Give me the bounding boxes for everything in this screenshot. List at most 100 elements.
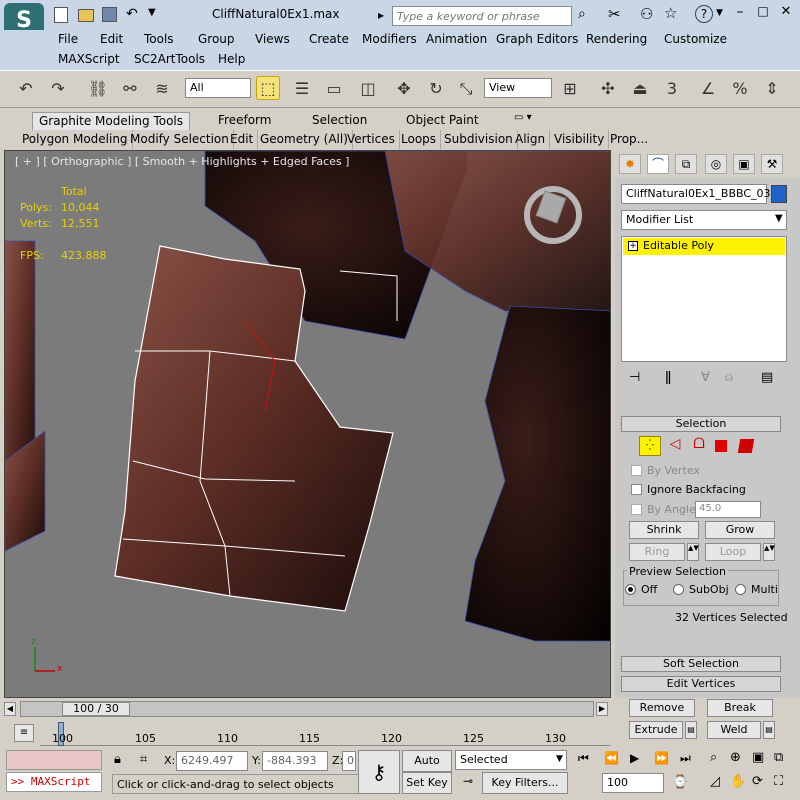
panel-geometry-all[interactable]: Geometry (All): [256, 130, 353, 149]
reference-coordinate-dropdown[interactable]: View: [484, 78, 552, 98]
search-input[interactable]: Type a keyword or phrase: [392, 6, 572, 26]
y-coord-field[interactable]: -884.393: [262, 751, 328, 771]
title-menu-arrow-icon[interactable]: ▸: [378, 8, 384, 22]
ribbon-options-dropdown-icon[interactable]: ▭ ▾: [514, 112, 532, 123]
auto-key-button[interactable]: Auto Key: [402, 750, 452, 787]
absolute-mode-icon[interactable]: ⌗: [140, 752, 147, 767]
go-to-start-icon[interactable]: ⏮: [578, 751, 589, 766]
utilities-tab-icon[interactable]: ⚒: [761, 154, 783, 174]
rectangular-selection-icon[interactable]: ▭: [322, 77, 346, 101]
percent-snap-icon[interactable]: %: [728, 77, 752, 101]
stack-item-editable-poly[interactable]: Editable Poly: [623, 238, 785, 255]
select-by-name-icon[interactable]: ☰: [290, 77, 314, 101]
select-manipulate-icon[interactable]: ✣: [596, 77, 620, 101]
search-binoculars-icon[interactable]: ⌕: [578, 6, 586, 22]
key-mode-arrow-icon[interactable]: ▼: [556, 754, 563, 764]
select-object-icon[interactable]: ⬚: [256, 76, 280, 100]
track-bar[interactable]: [40, 722, 610, 746]
lock-selection-icon[interactable]: 🔒︎: [114, 752, 121, 767]
help-dropdown-icon[interactable]: ▼: [716, 8, 723, 18]
viewport-scene[interactable]: [5, 151, 611, 698]
key-filter-icon[interactable]: ⊸: [456, 774, 480, 794]
modifier-stack[interactable]: Editable Poly +: [621, 236, 787, 362]
motion-tab-icon[interactable]: ◎: [705, 154, 727, 174]
favorites-star-icon[interactable]: ☆: [664, 4, 677, 22]
tab-object-paint[interactable]: Object Paint: [400, 112, 485, 130]
minimize-button[interactable]: –: [730, 4, 750, 22]
menu-file[interactable]: File: [58, 32, 78, 46]
object-color-swatch[interactable]: [771, 185, 787, 203]
quick-access-dropdown-icon[interactable]: ▼: [148, 7, 156, 18]
time-slider-prev-icon[interactable]: ◀: [4, 702, 16, 716]
stack-expand-icon[interactable]: +: [628, 241, 638, 251]
open-file-icon[interactable]: [78, 9, 94, 22]
show-end-result-icon[interactable]: ǁ: [665, 370, 671, 385]
soft-selection-rollout-header[interactable]: Soft Selection: [621, 656, 781, 672]
configure-modifier-sets-icon[interactable]: ▤: [761, 370, 773, 385]
new-file-icon[interactable]: [54, 7, 68, 23]
undo-quick-icon[interactable]: ↶: [126, 6, 138, 22]
zoom-extents-icon[interactable]: ▣: [752, 750, 764, 765]
make-unique-icon[interactable]: ∀: [701, 370, 710, 385]
zoom-icon[interactable]: ⌕: [710, 750, 717, 765]
keyboard-shortcut-override-icon[interactable]: ⏏: [628, 77, 652, 101]
window-crossing-icon[interactable]: ◫: [356, 77, 380, 101]
panel-modify-selection[interactable]: Modify Selection: [126, 130, 234, 149]
menu-create[interactable]: Create: [309, 32, 349, 46]
set-key-button[interactable]: Set Key: [402, 772, 452, 794]
display-tab-icon[interactable]: ▣: [733, 154, 755, 174]
curve-editor-icon[interactable]: ≡: [14, 724, 34, 742]
shrink-button[interactable]: Shrink: [629, 521, 699, 539]
close-button[interactable]: ✕: [776, 4, 796, 22]
menu-graph-editors[interactable]: Graph Editors: [496, 32, 578, 46]
zoom-extents-all-icon[interactable]: ⧉: [774, 750, 783, 765]
link-icon[interactable]: ⛓: [86, 77, 110, 101]
previous-frame-icon[interactable]: ⏪: [604, 751, 619, 765]
extrude-settings-icon[interactable]: ▤: [685, 721, 697, 739]
set-key-icon[interactable]: ⚷: [358, 750, 400, 794]
polygon-mode-icon[interactable]: [715, 440, 727, 452]
border-mode-icon[interactable]: ᗝ: [689, 436, 709, 456]
snaps-toggle-icon[interactable]: 3: [660, 77, 684, 101]
menu-edit[interactable]: Edit: [100, 32, 123, 46]
remove-button[interactable]: Remove: [629, 699, 695, 717]
menu-help[interactable]: Help: [218, 52, 245, 66]
angle-snap-icon[interactable]: ∠: [696, 77, 720, 101]
preview-subobj-radio[interactable]: [673, 584, 684, 595]
element-mode-icon[interactable]: [737, 439, 755, 453]
communication-icon[interactable]: ⚇: [640, 5, 653, 23]
menu-customize[interactable]: Customize: [664, 32, 727, 46]
field-of-view-icon[interactable]: ◿: [710, 774, 720, 789]
angle-spinner[interactable]: 45.0: [695, 501, 761, 518]
weld-settings-icon[interactable]: ▤: [763, 721, 775, 739]
viewport-label[interactable]: [ + ] [ Orthographic ] [ Smooth + Highli…: [15, 155, 349, 168]
create-tab-icon[interactable]: ✸: [619, 154, 641, 174]
modifier-list-arrow-icon[interactable]: ▼: [775, 213, 783, 224]
menu-group[interactable]: Group: [198, 32, 235, 46]
time-slider-next-icon[interactable]: ▶: [596, 702, 608, 716]
menu-modifiers[interactable]: Modifiers: [362, 32, 417, 46]
pin-stack-icon[interactable]: ⊣: [629, 370, 640, 385]
ignore-backfacing-checkbox[interactable]: [631, 484, 642, 495]
modify-tab-icon[interactable]: ⌒: [647, 154, 669, 174]
extrude-button[interactable]: Extrude: [629, 721, 683, 739]
by-angle-checkbox[interactable]: [631, 504, 642, 515]
pivot-center-icon[interactable]: ⊞: [558, 77, 582, 101]
maximize-button[interactable]: □: [753, 4, 773, 22]
menu-maxscript[interactable]: MAXScript: [58, 52, 120, 66]
move-icon[interactable]: ✥: [392, 77, 416, 101]
selection-rollout-header[interactable]: Selection: [621, 416, 781, 432]
maxscript-listener-top[interactable]: [6, 750, 102, 770]
tab-freeform[interactable]: Freeform: [212, 112, 277, 130]
spinner-snap-icon[interactable]: ⇕: [760, 77, 784, 101]
maxscript-listener-prompt[interactable]: >> MAXScript: [6, 772, 102, 792]
menu-tools[interactable]: Tools: [144, 32, 174, 46]
key-filters-button[interactable]: Key Filters...: [482, 772, 568, 794]
panel-properties[interactable]: Prop...: [606, 130, 652, 149]
panel-align[interactable]: Align: [511, 130, 551, 149]
perspective-viewport[interactable]: [ + ] [ Orthographic ] [ Smooth + Highli…: [4, 150, 611, 698]
panel-vertices[interactable]: Vertices: [343, 130, 400, 149]
break-button[interactable]: Break: [707, 699, 773, 717]
object-name-field[interactable]: CliffNatural0Ex1_BBBC_03: [621, 184, 771, 204]
zoom-all-icon[interactable]: ⊕: [730, 750, 741, 765]
